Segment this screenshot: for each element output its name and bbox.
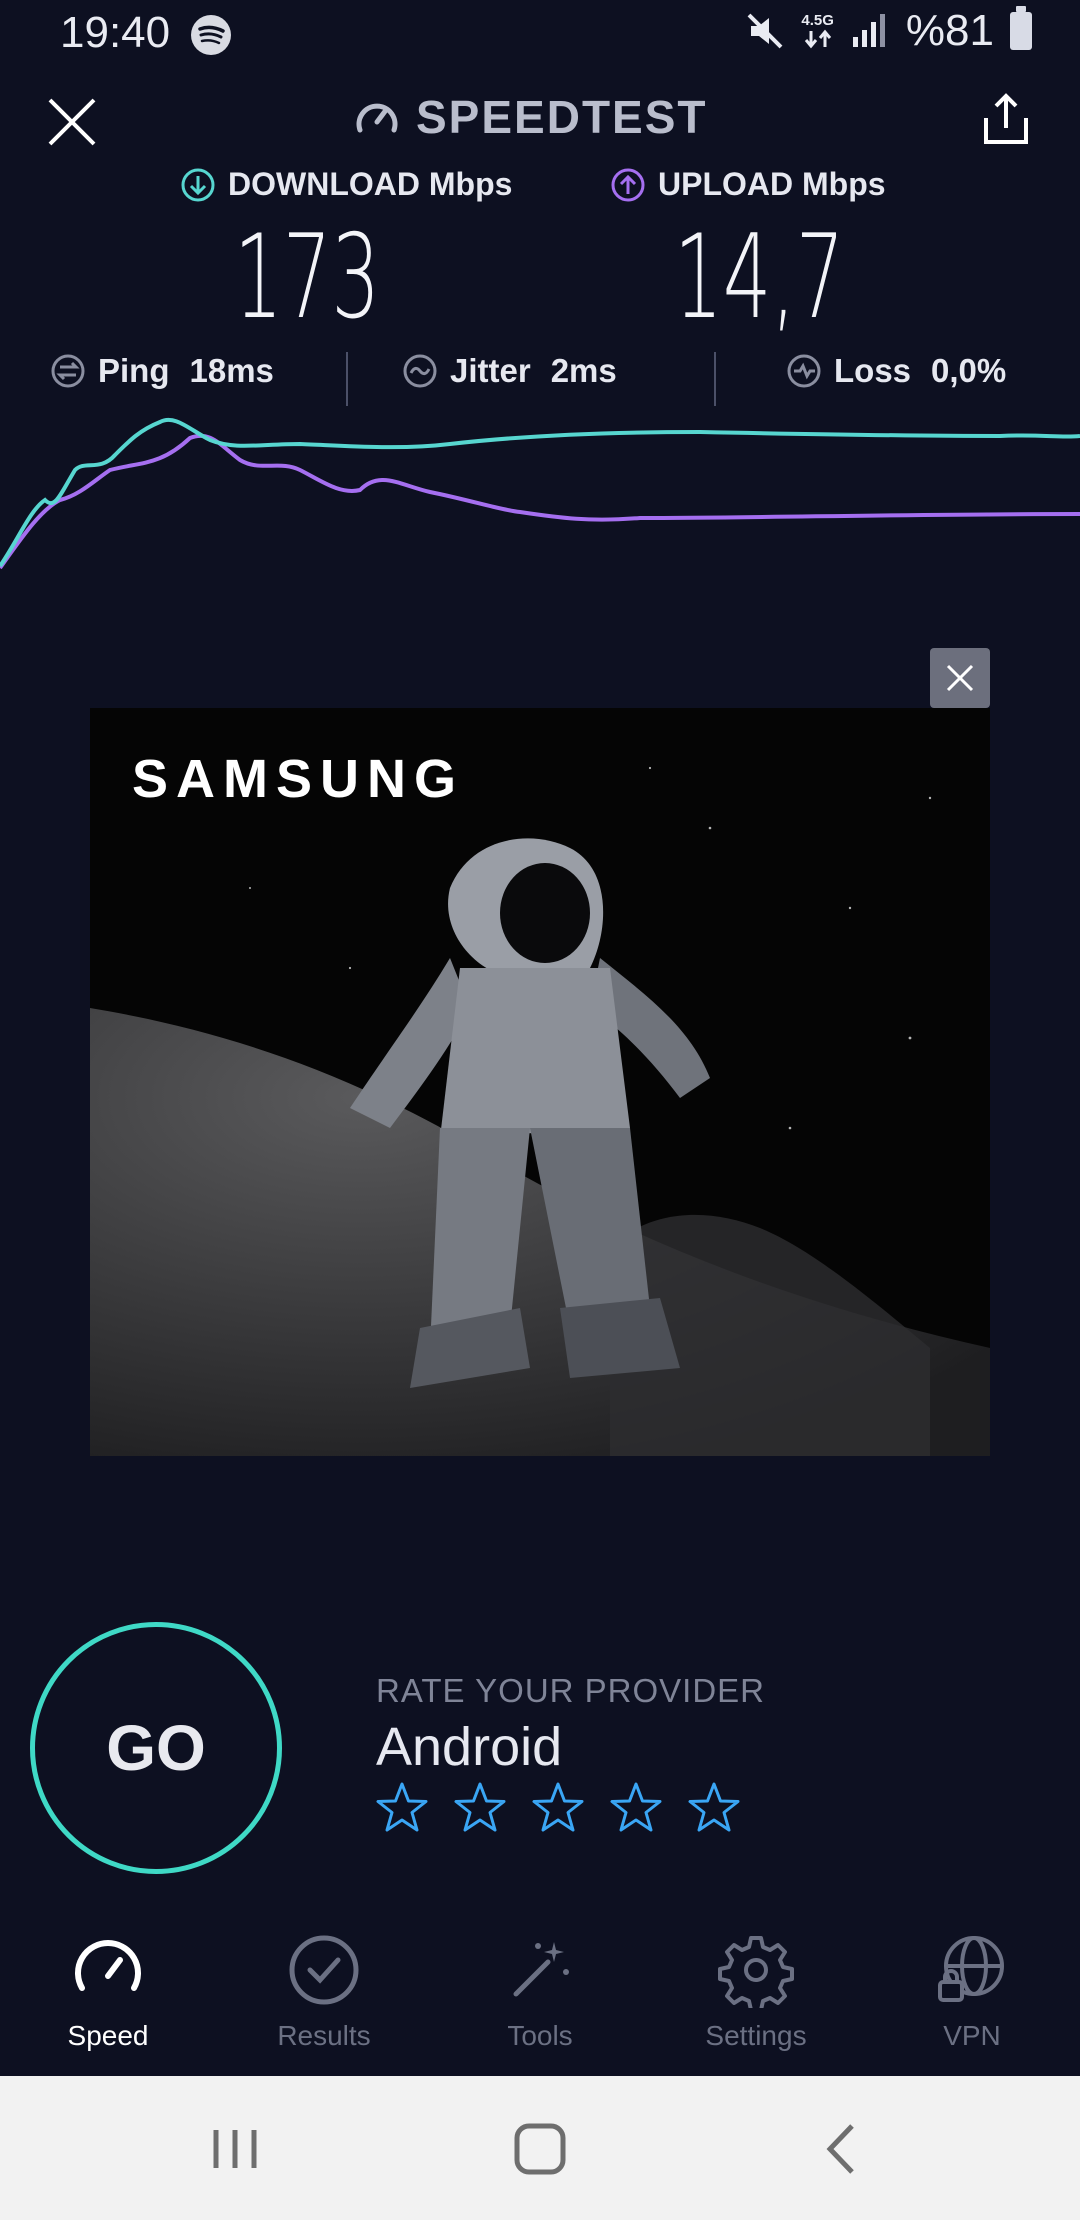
battery-icon <box>1010 6 1032 50</box>
ping-value: 18ms <box>189 352 274 389</box>
network-type-indicator: 4.5G <box>801 13 834 49</box>
status-bar: 19:40 4.5G %81 <box>0 0 1080 72</box>
mute-icon <box>747 13 783 49</box>
network-type: 4.5G <box>801 12 834 29</box>
download-speed-line <box>0 418 1080 568</box>
status-time: 19:40 <box>60 8 171 57</box>
jitter-value: 2ms <box>550 352 617 389</box>
download-label-text: DOWNLOAD Mbps <box>228 166 513 202</box>
nav-tools[interactable]: Tools <box>432 1912 648 2076</box>
rate-provider-label: RATE YOUR PROVIDER <box>376 1672 766 1709</box>
app-title-bar: SPEEDTEST <box>352 90 708 144</box>
magic-wand-icon <box>513 1942 569 1997</box>
data-arrows-icon <box>804 29 831 49</box>
star-icon[interactable] <box>374 1780 430 1836</box>
go-button[interactable]: GO <box>30 1622 282 1874</box>
star-icon[interactable] <box>686 1780 742 1836</box>
nav-vpn[interactable]: VPN <box>864 1912 1080 2076</box>
loss-label: Loss <box>834 352 912 389</box>
upload-arrow-icon <box>611 168 645 201</box>
app-title: SPEEDTEST <box>416 91 708 143</box>
ad-close-button[interactable] <box>930 648 990 708</box>
bottom-nav: Speed Results Tools Settings VPN <box>0 1912 1080 2076</box>
upload-value: 14,7 <box>674 210 845 345</box>
nav-label: Speed <box>67 2020 149 2051</box>
gear-icon <box>718 1936 794 2008</box>
download-value: 173 <box>234 210 381 345</box>
upload-speed-line <box>0 433 1080 570</box>
stat-divider <box>346 352 348 406</box>
close-icon <box>946 664 974 692</box>
nav-settings[interactable]: Settings <box>648 1912 864 2076</box>
signal-icon <box>852 14 885 47</box>
ad-banner[interactable]: SAMSUNG <box>90 708 990 1456</box>
upload-label: UPLOAD Mbps <box>610 166 886 203</box>
recents-icon[interactable] <box>200 2114 270 2184</box>
system-nav-bar <box>0 2076 1080 2220</box>
nav-label: Results <box>277 2020 371 2051</box>
download-arrow-icon <box>181 168 215 201</box>
speedometer-icon <box>356 103 398 133</box>
ping-stat: Ping 18ms <box>50 352 274 390</box>
loss-stat: Loss 0,0% <box>786 352 1006 390</box>
nav-label: Settings <box>705 2020 807 2051</box>
loss-value: 0,0% <box>931 352 1007 389</box>
jitter-stat: Jitter 2ms <box>402 352 617 390</box>
status-icons: 4.5G %81 <box>745 6 1032 56</box>
check-circle-icon <box>289 1935 359 2005</box>
ping-label: Ping <box>98 352 170 389</box>
nav-label: Tools <box>507 2020 573 2051</box>
globe-lock-icon <box>938 1936 1004 2002</box>
star-icon[interactable] <box>530 1780 586 1836</box>
spotify-icon <box>191 15 231 55</box>
download-label: DOWNLOAD Mbps <box>180 166 512 203</box>
share-button[interactable] <box>976 90 1036 150</box>
upload-label-text: UPLOAD Mbps <box>658 166 886 202</box>
jitter-icon <box>403 354 437 388</box>
nav-results[interactable]: Results <box>216 1912 432 2076</box>
ping-icon <box>51 354 85 388</box>
speed-graph <box>0 418 1080 570</box>
battery-percent: %81 <box>905 6 994 55</box>
nav-speed[interactable]: Speed <box>0 1912 216 2076</box>
nav-label: VPN <box>943 2020 1001 2051</box>
close-button[interactable] <box>42 92 102 152</box>
star-icon[interactable] <box>608 1780 664 1836</box>
rating-stars <box>374 1780 742 1836</box>
provider-name: Android <box>376 1717 563 1777</box>
ad-brand-logo: SAMSUNG <box>132 749 465 809</box>
stat-divider <box>714 352 716 406</box>
home-icon[interactable] <box>505 2114 575 2184</box>
star-icon[interactable] <box>452 1780 508 1836</box>
loss-icon <box>787 354 821 388</box>
back-icon[interactable] <box>806 2114 876 2184</box>
ad-image <box>90 708 990 1456</box>
jitter-label: Jitter <box>450 352 531 389</box>
speedometer-icon <box>75 1940 141 1991</box>
